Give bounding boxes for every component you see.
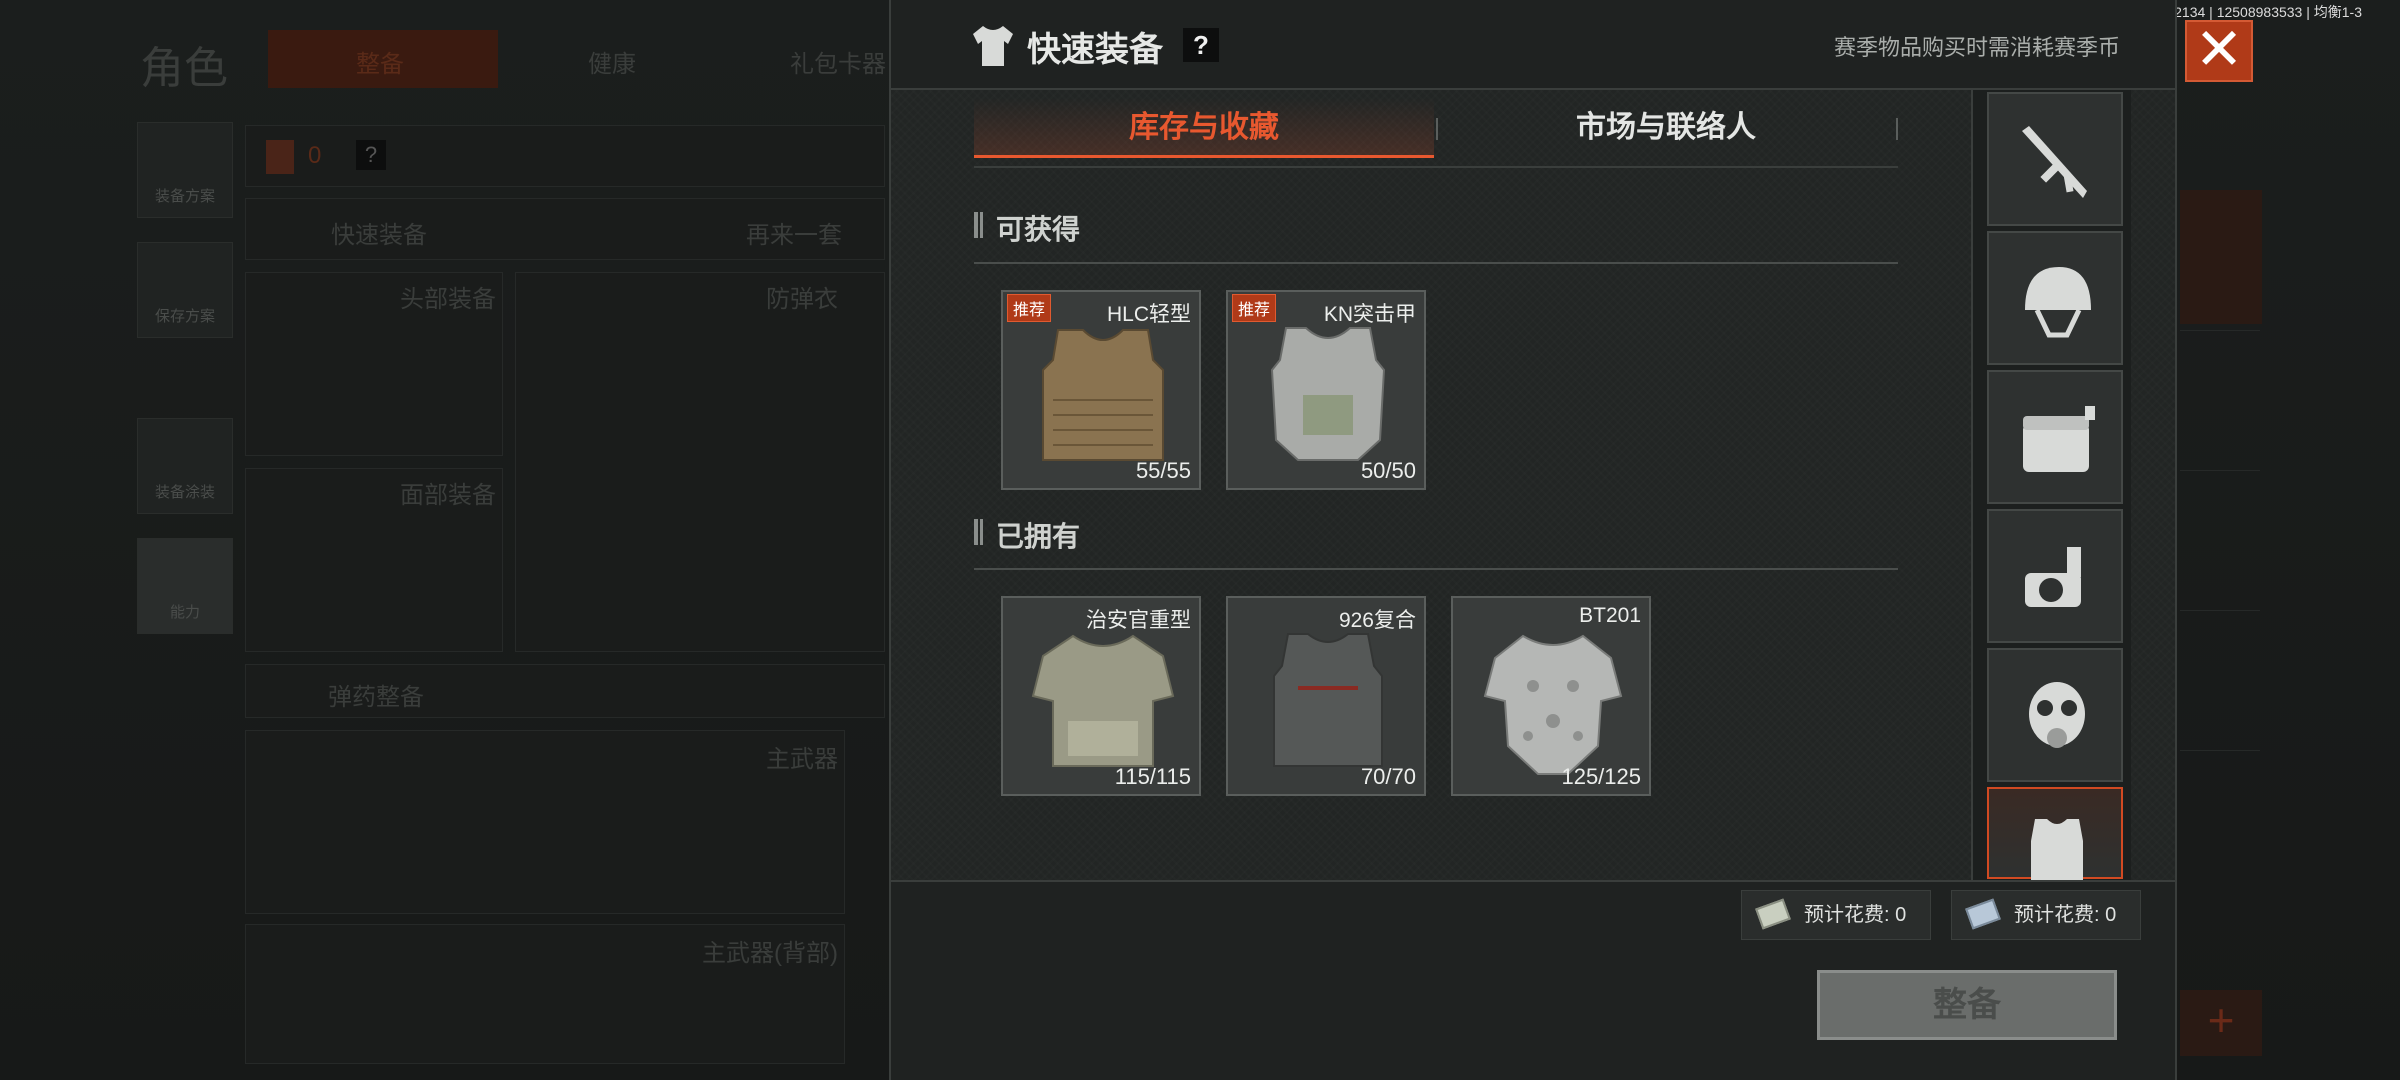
section-owned-title: 已拥有 [974,515,1080,555]
recommended-badge: 推荐 [1232,294,1277,322]
armor-name: BT201 [1579,604,1641,627]
bg-slot-head: 头部装备 [245,272,503,456]
armor-vest-image [1042,329,1164,461]
shirt-icon [973,26,1013,66]
bg-ammo: 弹药整备 [328,684,424,711]
section-divider [974,262,1898,264]
armor-card-bt201[interactable]: BT201 125/125 [1451,596,1651,796]
tab-underline [974,166,1898,168]
bg-tab-active: 整备 [268,30,498,88]
armor-durability: 55/55 [1135,458,1191,483]
tab-divider [1896,118,1898,140]
modal-header: 快速装备 ? 赛季物品购买时需消耗赛季币 [891,0,2175,90]
season-coin-icon [1965,898,2001,930]
bg-slot-label: 主武器(背部) [702,940,838,967]
rifle-icon [2022,126,2087,198]
pouch-icon [2023,406,2095,472]
bg-tab-health: 健康 [588,51,636,78]
armor-vest-image [1031,634,1175,767]
bg-slot-primary: 主武器 [245,730,845,914]
armor-name: HLC轻型 [1106,303,1191,326]
cost-label: 预计花费: 0 [2014,904,2117,926]
armor-durability: 50/50 [1360,458,1416,483]
bg-quick-equip: 快速装备 [331,222,427,249]
armor-vest-image [1273,633,1383,767]
helmet-icon [2025,267,2091,338]
category-helmet[interactable] [1987,231,2123,365]
category-camera[interactable] [1987,509,2123,643]
armor-card-kn[interactable]: 推荐 KN突击甲 50/50 [1226,290,1426,490]
season-notice: 赛季物品购买时需消耗赛季币 [1833,35,2120,60]
armor-name: KN突击甲 [1323,303,1416,326]
bg-sidebar-skin: 装备涂装 [137,418,233,514]
bg-right-slot [2180,750,2260,860]
cost-estimate: 预计花费: 0 [1741,890,1931,940]
category-vest[interactable] [1987,787,2123,881]
bg-help-icon: ? [356,140,386,170]
bg-right-slot [2180,610,2260,720]
armor-durability: 70/70 [1360,764,1416,789]
bg-topbar: 0 ? [245,125,885,187]
category-column [1971,90,2131,881]
gasmask-icon [2029,682,2085,748]
armor-card-sheriff[interactable]: 治安官重型 115/115 [1001,596,1201,796]
bg-slot-label: 防弹衣 [766,286,838,313]
bg-slot-face: 面部装备 [245,468,503,652]
category-rifle[interactable] [1987,92,2123,226]
cost-label: 预计花费: 0 [1804,904,1907,926]
cash-icon [1755,898,1791,930]
help-button[interactable]: ? [1183,28,1219,62]
armor-name: 926复合 [1338,609,1416,632]
section-divider [974,568,1898,570]
category-gasmask[interactable] [1987,648,2123,782]
bg-slot-label: 主武器 [766,746,838,773]
tab-market[interactable]: 市场与联络人 [1436,98,1896,158]
armor-vest-image [1270,327,1386,461]
bg-slot-label: 面部装备 [400,482,496,509]
bg-right-slot [2180,330,2260,440]
modal-footer: 预计花费: 0 预计花费: 0 整备 [891,880,2175,1080]
section-available-title: 可获得 [974,208,1080,248]
quick-equip-modal: 快速装备 ? 赛季物品购买时需消耗赛季币 库存与收藏 市场与联络人 可获得 推荐… [889,0,2177,1080]
armor-durability: 125/125 [1561,764,1641,789]
armor-card-926[interactable]: 926复合 70/70 [1226,596,1426,796]
bg-count: 0 [308,142,322,169]
close-button[interactable]: ✕ [2185,20,2253,82]
bg-tab-gift: 礼包卡器 [790,51,886,78]
bg-another-set: 再来一套 [746,222,842,249]
bg-slot-label: 头部装备 [400,286,496,313]
modal-title: 快速装备 [1027,31,1163,69]
recommended-badge: 推荐 [1007,294,1052,322]
camera-icon [2025,547,2081,607]
vest-icon [2031,819,2083,881]
bg-ammo-bar: 弹药整备 [245,664,885,718]
bg-tab-equip: 整备 [356,51,404,78]
armor-durability: 115/115 [1114,764,1191,789]
bg-right-slot [2180,470,2260,580]
bg-quickbar: 快速装备 再来一套 [245,198,885,260]
bg-sidebar-ability: 能力 [137,538,233,634]
armor-vest-image [1483,634,1623,775]
bg-sidebar-save: 保存方案 [137,242,233,338]
bg-slot-armor: 防弹衣 [515,272,885,652]
equip-button[interactable]: 整备 [1817,970,2117,1040]
bg-sidebar-loadout: 装备方案 [137,122,233,218]
armor-card-hlc[interactable]: 推荐 HLC轻型 55/55 [1001,290,1201,490]
armor-name: 治安官重型 [1086,609,1191,632]
backpack-icon [266,140,294,174]
tab-inventory[interactable]: 库存与收藏 [974,98,1434,158]
bg-tab-role: 角色 [140,44,228,93]
bg-slot-primary-back: 主武器(背部) [245,924,845,1064]
category-pouch[interactable] [1987,370,2123,504]
cost-estimate-season: 预计花费: 0 [1951,890,2141,940]
bg-add-icon: + [2180,990,2262,1056]
bg-right-selected [2180,190,2262,324]
